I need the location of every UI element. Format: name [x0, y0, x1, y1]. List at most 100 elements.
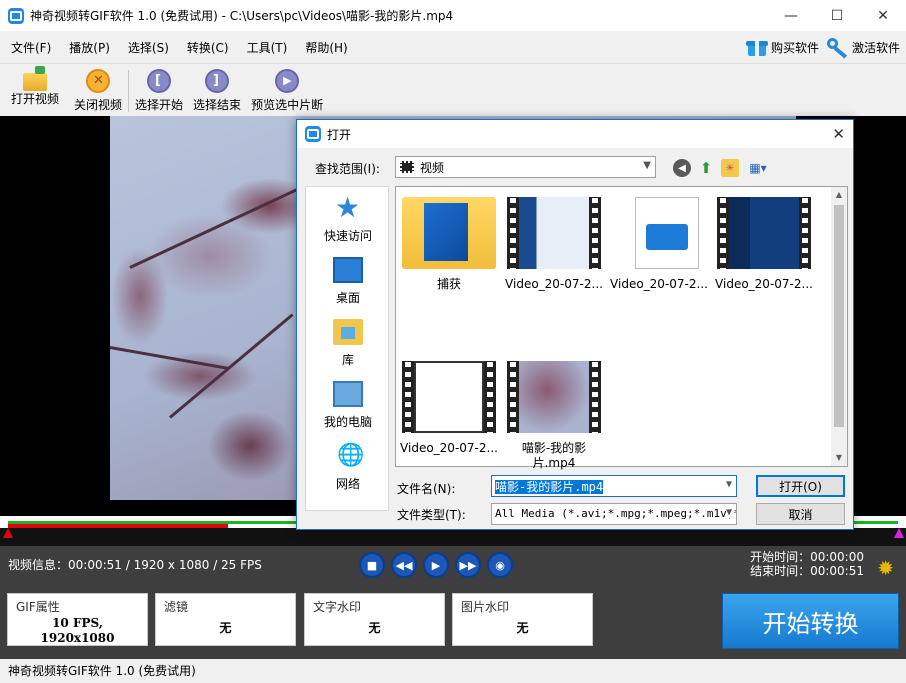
select-start-button[interactable]: 选择开始: [135, 64, 183, 113]
menu-play[interactable]: 播放(P): [58, 39, 117, 56]
menu-tools[interactable]: 工具(T): [236, 39, 295, 56]
play-button[interactable]: ▶: [423, 552, 449, 578]
end-marker[interactable]: [894, 528, 904, 538]
scroll-up-icon[interactable]: ▲: [831, 187, 847, 203]
menu-file[interactable]: 文件(F): [0, 39, 58, 56]
text-watermark-card[interactable]: 文字水印 无: [304, 593, 445, 646]
open-video-label: 打开视频: [11, 92, 60, 106]
start-convert-button[interactable]: 开始转换: [722, 593, 899, 649]
video-folder-icon: [400, 161, 414, 173]
view-menu-icon[interactable]: ▦▾: [745, 159, 771, 177]
scroll-thumb[interactable]: [834, 205, 844, 427]
filetype-value: All Media (*.avi;*.mpg;*.mpeg;*.m1v;*: [495, 507, 737, 520]
filename-label: 文件名(N):: [397, 482, 456, 496]
forward-button[interactable]: ▶▶: [455, 552, 481, 578]
menu-select[interactable]: 选择(S): [117, 39, 176, 56]
look-in-value: 视频: [420, 160, 445, 175]
rewind-icon: ◀◀: [395, 558, 413, 572]
menu-help[interactable]: 帮助(H): [294, 39, 354, 56]
new-folder-icon[interactable]: ✳: [721, 159, 739, 177]
menu-convert[interactable]: 转换(C): [176, 39, 236, 56]
file-item-selected[interactable]: 喵影-我的影片.mp4: [504, 361, 604, 471]
preview-selection-label: 预览选中片断: [251, 98, 324, 112]
file-item[interactable]: Video_20-07-2...: [504, 197, 604, 292]
back-icon[interactable]: ◀: [673, 159, 691, 177]
chevron-down-icon: ▼: [643, 160, 651, 171]
file-item[interactable]: 捕获: [399, 197, 499, 292]
select-end-label: 选择结束: [193, 98, 242, 112]
up-folder-icon[interactable]: ⬆: [697, 159, 715, 177]
activate-software-button[interactable]: 激活软件: [826, 37, 900, 59]
gif-properties-label: GIF属性: [16, 600, 60, 614]
library-icon: [333, 319, 363, 345]
chevron-down-icon[interactable]: ▼: [726, 479, 732, 490]
forward-icon: ▶▶: [459, 558, 477, 572]
camera-icon: ◉: [495, 558, 505, 572]
key-icon: [826, 37, 849, 59]
menu-bar: 文件(F) 播放(P) 选择(S) 转换(C) 工具(T) 帮助(H) 购买软件…: [0, 31, 906, 63]
file-item[interactable]: Video_20-07-2...: [714, 197, 814, 292]
gif-properties-card[interactable]: GIF属性 10 FPS, 1920x1080: [7, 593, 148, 646]
folder-icon: [402, 197, 496, 269]
network-icon: [333, 443, 364, 469]
toolbar-separator: [128, 70, 130, 112]
video-thumbnail: [507, 361, 601, 433]
look-in-label: 查找范围(I):: [315, 162, 380, 176]
dialog-nav-buttons: ◀ ⬆ ✳ ▦▾: [673, 159, 771, 177]
video-thumbnail: [717, 197, 811, 269]
select-end-button[interactable]: 选择结束: [193, 64, 241, 113]
desktop-icon: [333, 257, 363, 283]
close-button[interactable]: ✕: [860, 0, 906, 31]
filter-card[interactable]: 滤镜 无: [155, 593, 296, 646]
select-start-label: 选择开始: [135, 98, 184, 112]
filter-label: 滤镜: [164, 600, 189, 614]
place-my-computer[interactable]: 我的电脑: [306, 381, 390, 430]
gif-properties-value: 10 FPS, 1920x1080: [40, 616, 115, 645]
close-video-button[interactable]: 关闭视频: [74, 64, 122, 113]
filename-input[interactable]: 喵影-我的影片.mp4 ▼: [491, 475, 737, 497]
place-library[interactable]: 库: [306, 319, 390, 368]
place-desktop[interactable]: 桌面: [306, 257, 390, 306]
snapshot-button[interactable]: ◉: [487, 552, 513, 578]
open-file-dialog: 打开 ✕ 查找范围(I): 视频 ▼ ◀ ⬆ ✳ ▦▾ 快速访问 桌面 库 我的…: [296, 119, 854, 530]
start-time: 开始时间：00:00:00: [750, 550, 864, 564]
scroll-down-icon[interactable]: ▼: [831, 450, 847, 466]
file-item[interactable]: Video_20-07-2...: [399, 361, 499, 456]
title-bar: 神奇视频转GIF软件 1.0 (免费试用) - C:\Users\pc\Vide…: [0, 0, 906, 31]
video-thumbnail: [507, 197, 601, 269]
play-icon: ▶: [431, 558, 441, 572]
minimize-button[interactable]: —: [768, 0, 814, 31]
gear-icon[interactable]: ✹: [877, 556, 894, 580]
buy-software-label: 购买软件: [770, 40, 819, 55]
start-marker[interactable]: [3, 528, 13, 538]
open-video-button[interactable]: 打开视频: [11, 64, 59, 107]
text-watermark-value: 无: [368, 621, 381, 635]
image-watermark-value: 无: [516, 621, 529, 635]
look-in-select[interactable]: 视频 ▼: [395, 156, 656, 178]
dialog-close-icon[interactable]: ✕: [832, 125, 845, 143]
cancel-button[interactable]: 取消: [756, 503, 845, 525]
buy-software-button[interactable]: 购买软件: [745, 37, 819, 57]
preview-selection-button[interactable]: 预览选中片断: [251, 64, 323, 113]
filetype-select[interactable]: All Media (*.avi;*.mpg;*.mpeg;*.m1v;* ▼: [491, 503, 737, 525]
star-icon: [333, 191, 363, 224]
file-list-scrollbar[interactable]: ▲ ▼: [831, 187, 847, 466]
select-end-icon: [205, 69, 230, 93]
stop-button[interactable]: ■: [359, 552, 385, 578]
preview-icon: [275, 69, 300, 93]
open-button[interactable]: 打开(O): [756, 475, 845, 497]
rewind-button[interactable]: ◀◀: [391, 552, 417, 578]
file-item[interactable]: Video_20-07-2...: [609, 197, 709, 292]
computer-icon: [333, 381, 363, 407]
select-start-icon: [147, 69, 172, 93]
maximize-button[interactable]: ☐: [814, 0, 860, 31]
close-video-label: 关闭视频: [74, 98, 123, 112]
image-watermark-card[interactable]: 图片水印 无: [452, 593, 593, 646]
place-quick-access[interactable]: 快速访问: [306, 191, 390, 244]
place-network[interactable]: 网络: [306, 443, 390, 492]
video-info: 视频信息：00:00:51 / 1920 x 1080 / 25 FPS: [8, 558, 262, 572]
video-thumbnail: [402, 361, 496, 433]
open-folder-icon: [23, 66, 47, 91]
bottom-panel: 视频信息：00:00:51 / 1920 x 1080 / 25 FPS ■ ◀…: [0, 546, 906, 659]
filetype-label: 文件类型(T):: [397, 508, 466, 522]
